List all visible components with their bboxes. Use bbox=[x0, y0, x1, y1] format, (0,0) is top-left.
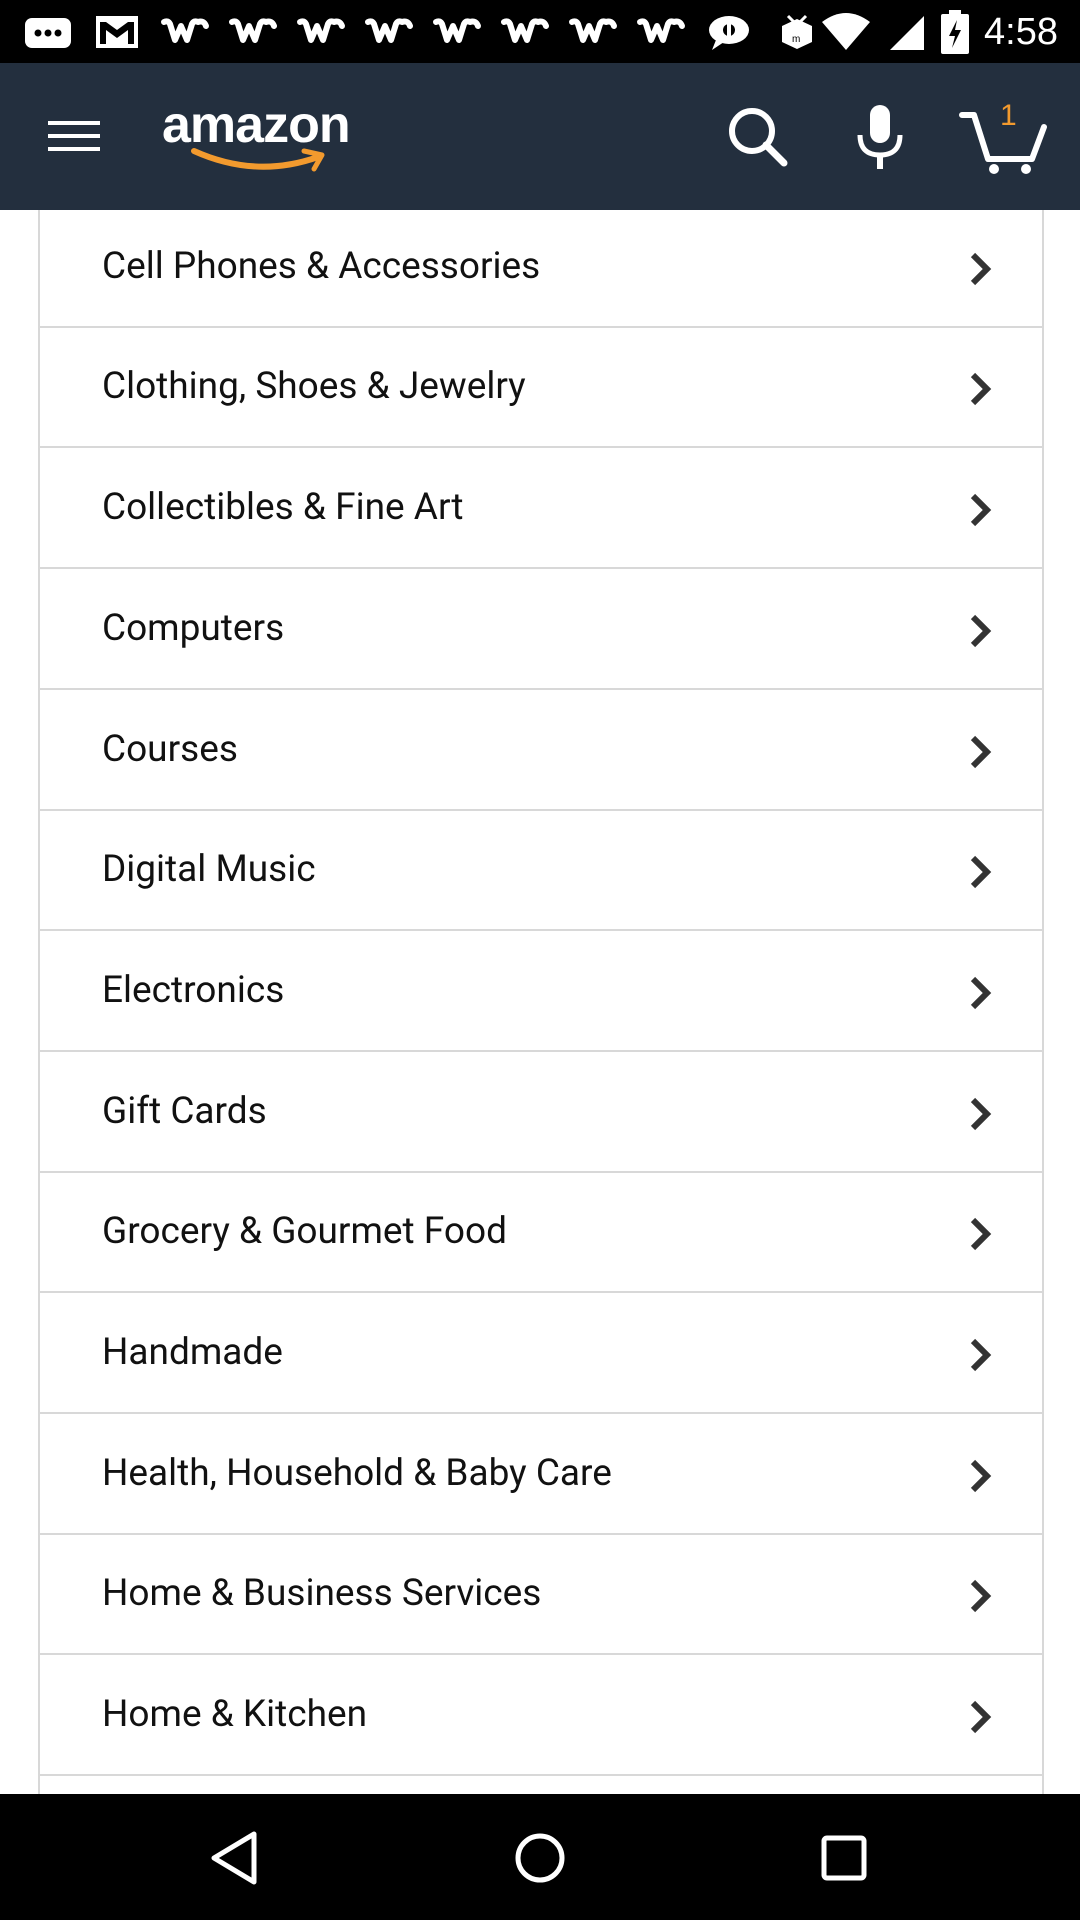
w-icon bbox=[569, 18, 617, 43]
list-item[interactable]: Health, Household & Baby Care bbox=[40, 1415, 1042, 1535]
home-icon[interactable] bbox=[500, 1818, 580, 1898]
app-header: amazon 1 bbox=[0, 63, 1080, 210]
chevron-right-icon bbox=[970, 252, 992, 286]
list-item[interactable]: Cell Phones & Accessories bbox=[40, 210, 1042, 328]
list-item-label: Home & Kitchen bbox=[102, 1693, 368, 1736]
w-icon bbox=[365, 18, 413, 43]
back-icon[interactable] bbox=[196, 1818, 276, 1898]
recents-icon[interactable] bbox=[804, 1818, 884, 1898]
gmail-icon bbox=[96, 16, 138, 48]
list-item[interactable]: Home & Business Services bbox=[40, 1535, 1042, 1655]
search-icon[interactable] bbox=[718, 97, 798, 177]
list-item[interactable]: Collectibles & Fine Art bbox=[40, 449, 1042, 569]
list-item-label: Collectibles & Fine Art bbox=[102, 486, 464, 529]
hamburger-menu-icon[interactable] bbox=[38, 109, 110, 163]
box-icon: m bbox=[782, 14, 812, 49]
list-item[interactable]: Computers bbox=[40, 570, 1042, 690]
chevron-right-icon bbox=[970, 1700, 992, 1734]
system-nav-bar bbox=[0, 1794, 1080, 1920]
chevron-right-icon bbox=[970, 1338, 992, 1372]
list-item-label: Courses bbox=[102, 728, 238, 771]
chevron-right-icon bbox=[970, 1097, 992, 1131]
chevron-right-icon bbox=[970, 493, 992, 527]
list-item-label: Grocery & Gourmet Food bbox=[102, 1210, 507, 1253]
list-item-label: Handmade bbox=[102, 1331, 283, 1374]
status-bar: m 4:58 bbox=[0, 0, 1080, 63]
cart-count-badge: 1 bbox=[1000, 99, 1017, 132]
chevron-right-icon bbox=[970, 1217, 992, 1251]
list-item[interactable]: Courses bbox=[40, 691, 1042, 811]
w-icon bbox=[229, 18, 277, 43]
svg-text:m: m bbox=[792, 34, 800, 45]
amazon-smile-icon bbox=[191, 148, 325, 172]
list-item-label: Electronics bbox=[102, 969, 285, 1012]
wifi-icon bbox=[822, 13, 871, 50]
chat-icon bbox=[709, 16, 749, 50]
chevron-right-icon bbox=[970, 1579, 992, 1613]
microphone-icon[interactable] bbox=[840, 97, 920, 177]
chevron-right-icon bbox=[970, 735, 992, 769]
w-icon bbox=[637, 18, 685, 43]
chevron-right-icon bbox=[970, 976, 992, 1010]
w-icon bbox=[297, 18, 345, 43]
w-icon bbox=[501, 18, 549, 43]
list-item[interactable]: Home & Kitchen bbox=[40, 1656, 1042, 1776]
list-item-label: Cell Phones & Accessories bbox=[102, 245, 541, 288]
message-icon bbox=[25, 18, 71, 48]
list-item-label: Gift Cards bbox=[102, 1090, 267, 1133]
chevron-right-icon bbox=[970, 1459, 992, 1493]
list-item-label: Digital Music bbox=[102, 848, 316, 891]
chevron-right-icon bbox=[970, 372, 992, 406]
notification-area: m bbox=[22, 8, 824, 56]
signal-icon bbox=[890, 16, 925, 50]
list-item[interactable]: Clothing, Shoes & Jewelry bbox=[40, 328, 1042, 448]
list-item[interactable]: Grocery & Gourmet Food bbox=[40, 1173, 1042, 1293]
list-item[interactable]: Electronics bbox=[40, 932, 1042, 1052]
list-item[interactable]: Handmade bbox=[40, 1294, 1042, 1414]
w-icon bbox=[161, 18, 209, 43]
system-status-area: 4:58 bbox=[820, 8, 1058, 56]
list-item-label: Home & Business Services bbox=[102, 1572, 542, 1615]
list-item[interactable]: Gift Cards bbox=[40, 1053, 1042, 1173]
list-item-label: Health, Household & Baby Care bbox=[102, 1452, 612, 1495]
battery-charging-icon bbox=[941, 10, 970, 54]
chevron-right-icon bbox=[970, 855, 992, 889]
category-list: Cell Phones & Accessories Clothing, Shoe… bbox=[38, 210, 1044, 1794]
chevron-right-icon bbox=[970, 614, 992, 648]
list-item[interactable]: Digital Music bbox=[40, 811, 1042, 931]
amazon-logo[interactable]: amazon bbox=[162, 95, 382, 181]
clock: 4:58 bbox=[984, 10, 1058, 53]
list-item-label: Clothing, Shoes & Jewelry bbox=[102, 365, 526, 408]
w-icon bbox=[433, 18, 481, 43]
list-item-label: Computers bbox=[102, 607, 285, 650]
